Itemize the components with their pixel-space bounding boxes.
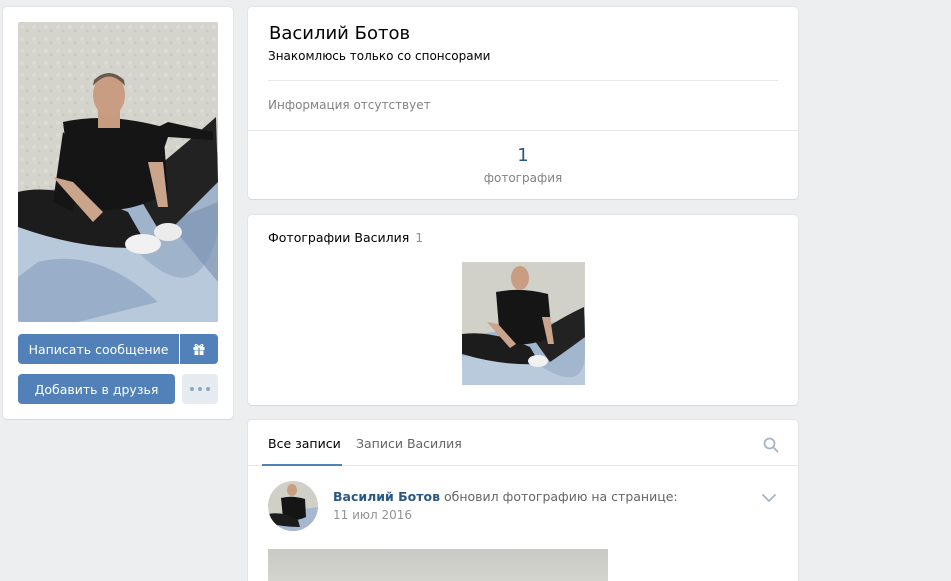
profile-info-card: Василий Ботов Знакомлюсь только со спонс… xyxy=(248,7,798,199)
photo-count-label[interactable]: фотография xyxy=(248,171,798,185)
more-actions-button[interactable] xyxy=(182,374,218,404)
send-message-label: Написать сообщение xyxy=(28,341,169,357)
add-friend-button[interactable]: Добавить в друзья xyxy=(18,374,175,404)
profile-status: Знакомлюсь только со спонсорами xyxy=(268,49,491,63)
wall-card: Все записи Записи Василия Василий Ботов … xyxy=(248,420,798,581)
search-icon[interactable] xyxy=(763,437,779,453)
send-message-button[interactable]: Написать сообщение xyxy=(18,334,179,364)
active-tab-indicator xyxy=(262,464,342,466)
profile-avatar[interactable] xyxy=(18,22,218,322)
no-info-text: Информация отсутствует xyxy=(268,98,431,112)
post-action-text: обновил фотографию на странице: xyxy=(444,489,678,504)
photo-thumbnail[interactable] xyxy=(462,262,585,385)
post-header: Василий Ботов обновил фотографию на стра… xyxy=(333,489,678,504)
add-friend-label: Добавить в друзья xyxy=(34,381,159,397)
photos-card: Фотографии Василия 1 xyxy=(248,215,798,405)
post-image[interactable] xyxy=(268,549,608,581)
chevron-down-icon[interactable] xyxy=(761,492,777,504)
post-author-link[interactable]: Василий Ботов xyxy=(333,489,440,504)
photos-count: 1 xyxy=(415,230,424,245)
post-date[interactable]: 11 июл 2016 xyxy=(333,508,412,522)
tab-own-posts[interactable]: Записи Василия xyxy=(356,436,462,451)
tab-all-posts[interactable]: Все записи xyxy=(268,436,341,451)
photo-count-number[interactable]: 1 xyxy=(248,145,798,166)
profile-page: Написать сообщение Добавить в друзья Вас… xyxy=(0,0,951,581)
profile-sidebar: Написать сообщение Добавить в друзья xyxy=(3,7,233,419)
send-gift-button[interactable] xyxy=(180,334,218,364)
divider xyxy=(268,80,778,81)
photos-title: Фотографии Василия xyxy=(268,230,410,245)
post-author-avatar[interactable] xyxy=(268,481,318,531)
more-dots-icon xyxy=(190,387,210,391)
photos-header[interactable]: Фотографии Василия 1 xyxy=(268,230,423,245)
profile-name: Василий Ботов xyxy=(269,23,411,44)
divider xyxy=(248,130,798,131)
gift-icon xyxy=(193,343,205,355)
